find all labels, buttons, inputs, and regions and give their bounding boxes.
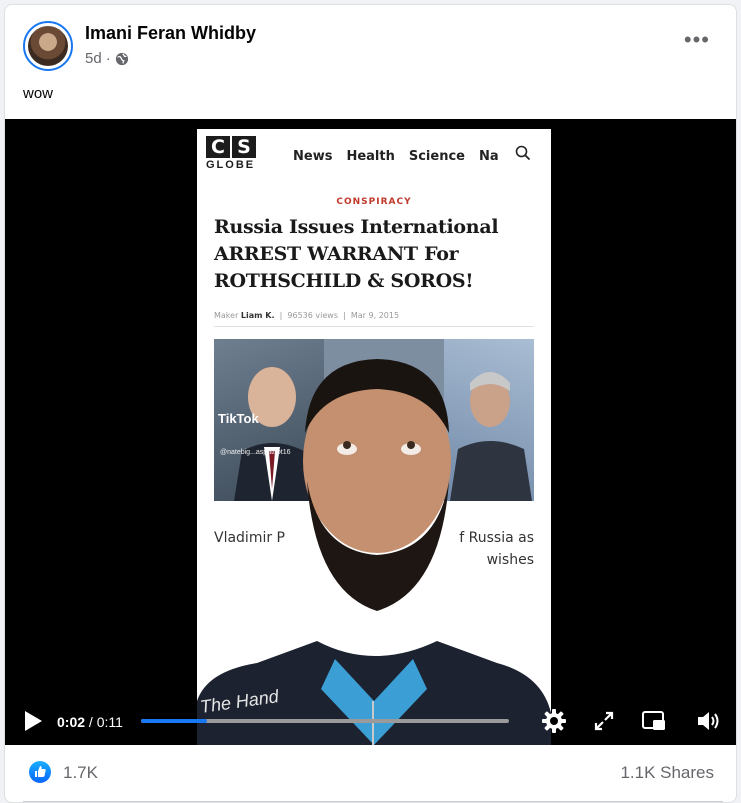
share-count[interactable]: 1.1K Shares (620, 763, 714, 783)
globe-icon (115, 52, 128, 65)
nav-item: Health (346, 149, 395, 164)
progress-bar[interactable] (141, 719, 509, 723)
nav-item: News (293, 149, 333, 164)
avatar-image (28, 26, 68, 66)
nav-item: Science (408, 149, 465, 164)
volume-icon[interactable] (695, 708, 721, 734)
picture-in-picture-icon[interactable] (641, 708, 667, 734)
current-time: 0:02 (57, 714, 86, 730)
logo-letter: S (232, 136, 256, 158)
article-category: CONSPIRACY (336, 197, 412, 207)
post-meta: 5d · (85, 50, 129, 67)
duration: 0:11 (96, 714, 123, 730)
meta-dot: · (105, 50, 111, 67)
article-headline: Russia Issues International ARREST WARRA… (214, 216, 499, 292)
post-time[interactable]: 5d (85, 50, 102, 67)
play-icon[interactable] (23, 710, 43, 732)
settings-gear-icon[interactable] (541, 708, 567, 734)
article-byline: Maker Liam K. | 96536 views | Mar 9, 201… (214, 311, 534, 327)
site-nav: News Health Science Na (293, 149, 499, 164)
creator-overlay: The Hand (197, 359, 551, 745)
byline-author: Liam K. (240, 311, 275, 320)
post-caption: wow (23, 85, 54, 102)
like-reaction-icon[interactable] (29, 761, 51, 783)
video-player[interactable]: C S GLOBE News Health Science Na CONSPIR… (5, 119, 736, 745)
search-icon (515, 145, 531, 161)
video-frame: C S GLOBE News Health Science Na CONSPIR… (197, 129, 551, 745)
time-display: 0:02 / 0:11 (57, 714, 123, 730)
byline-views: 96536 views (287, 311, 338, 320)
byline-date: Mar 9, 2015 (350, 311, 400, 320)
fullscreen-icon[interactable] (591, 708, 617, 734)
author-name[interactable]: Imani Feran Whidby (85, 23, 256, 44)
byline-label: Maker (214, 311, 239, 320)
logo-sub: GLOBE (206, 159, 256, 171)
site-logo: C S GLOBE (206, 136, 256, 172)
more-options-icon[interactable]: ••• (684, 29, 710, 51)
like-count[interactable]: 1.7K (63, 763, 98, 783)
video-controls: 0:02 / 0:11 (5, 699, 736, 745)
progress-fill (141, 719, 208, 723)
time-separator: / (88, 714, 93, 730)
nav-item: Na (478, 149, 499, 164)
post-card: Imani Feran Whidby 5d · ••• wow C S GLOB… (4, 4, 737, 803)
divider (23, 801, 723, 802)
logo-letter: C (206, 136, 230, 158)
author-avatar[interactable] (23, 21, 73, 71)
